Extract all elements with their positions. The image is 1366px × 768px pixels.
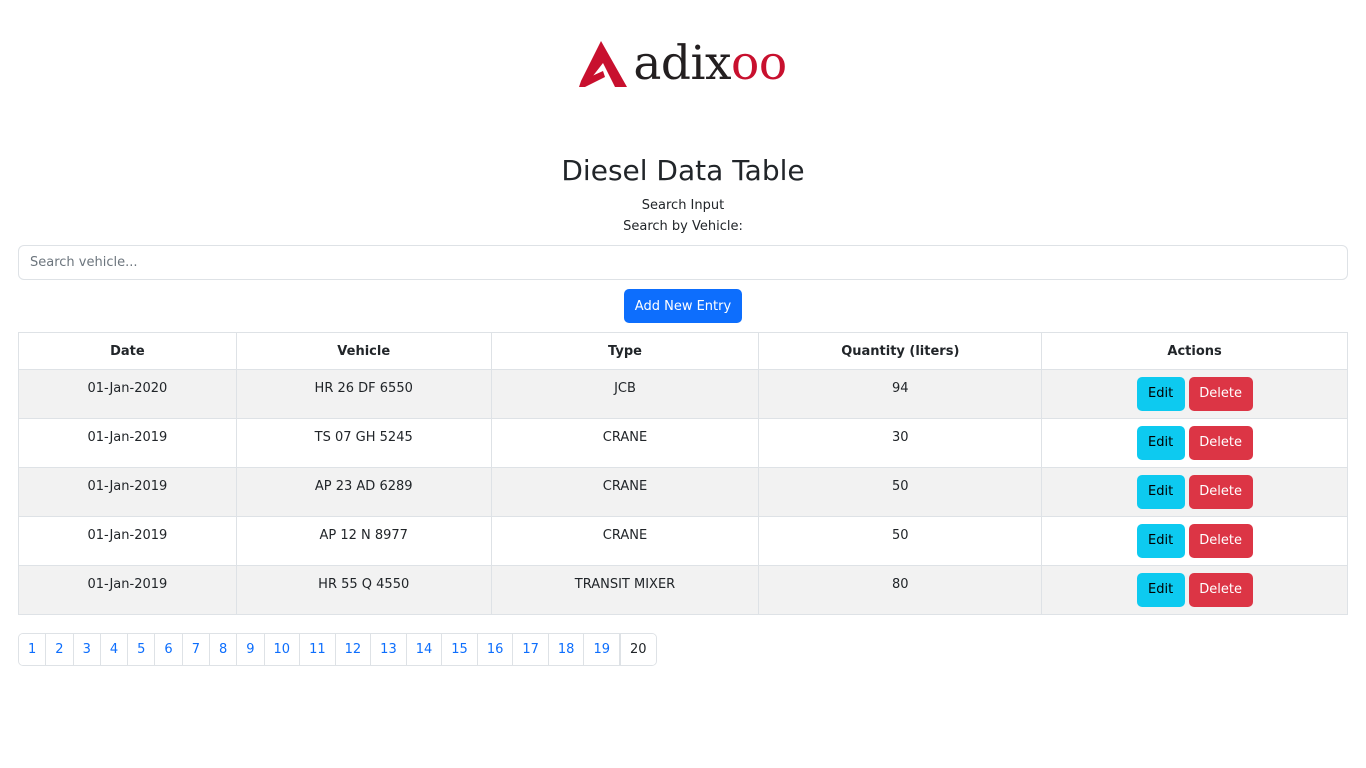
table-row: 01-Jan-2019 AP 12 N 8977 CRANE 50 Edit De…: [18, 516, 1348, 566]
page-link-2[interactable]: 2: [46, 634, 74, 665]
page-link-5[interactable]: 5: [128, 634, 156, 665]
page-link-16[interactable]: 16: [477, 634, 514, 665]
cell-date: 01-Jan-2019: [18, 565, 237, 615]
cell-vehicle: TS 07 GH 5245: [235, 418, 492, 468]
page-title: Diesel Data Table: [561, 154, 805, 187]
cell-actions: Edit Delete: [1041, 516, 1348, 566]
cell-vehicle: AP 23 AD 6289: [235, 467, 492, 517]
page-link-9[interactable]: 9: [237, 634, 265, 665]
edit-button[interactable]: Edit: [1136, 573, 1185, 607]
cell-actions: Edit Delete: [1041, 467, 1348, 517]
page-link-17[interactable]: 17: [513, 634, 549, 665]
company-logo: adixoo: [579, 36, 787, 91]
cell-type: CRANE: [490, 516, 760, 566]
cell-actions: Edit Delete: [1041, 418, 1348, 468]
search-input[interactable]: [18, 245, 1348, 280]
page-link-10[interactable]: 10: [264, 634, 301, 665]
table-header-row: Date Vehicle Type Quantity (liters) Acti…: [18, 332, 1348, 370]
page-link-8[interactable]: 8: [209, 634, 238, 665]
cell-quantity: 50: [758, 516, 1043, 566]
header-type: Type: [490, 332, 760, 370]
search-label: Search by Vehicle:: [623, 219, 743, 234]
cell-date: 01-Jan-2019: [18, 516, 237, 566]
page-link-7[interactable]: 7: [182, 634, 210, 665]
table-row: 01-Jan-2020 HR 26 DF 6550 JCB 94 Edit Del…: [18, 369, 1348, 419]
cell-actions: Edit Delete: [1041, 565, 1348, 615]
cell-actions: Edit Delete: [1041, 369, 1348, 419]
delete-button[interactable]: Delete: [1188, 524, 1253, 558]
cell-vehicle: AP 12 N 8977: [235, 516, 492, 566]
page-link-6[interactable]: 6: [155, 634, 183, 665]
cell-quantity: 30: [758, 418, 1043, 468]
search-caption: Search Input: [641, 198, 725, 213]
table-row: 01-Jan-2019 AP 23 AD 6289 CRANE 50 Edit D…: [18, 467, 1348, 517]
cell-date: 01-Jan-2019: [18, 418, 237, 468]
logo-text: adixoo: [633, 36, 787, 91]
cell-vehicle: HR 26 DF 6550: [235, 369, 492, 419]
table-row: 01-Jan-2019 TS 07 GH 5245 CRANE 30 Edit D…: [18, 418, 1348, 468]
page-link-12[interactable]: 12: [335, 634, 372, 665]
cell-quantity: 50: [758, 467, 1043, 517]
page-link-4[interactable]: 4: [100, 634, 129, 665]
edit-button[interactable]: Edit: [1136, 475, 1185, 509]
pagination: 1 2 3 4 5 6 7 8 9 10 11 12 13 14 15 16 1…: [18, 633, 657, 666]
header-date: Date: [18, 332, 237, 370]
cell-type: CRANE: [490, 467, 760, 517]
page-link-20[interactable]: 20: [620, 634, 656, 665]
cell-type: JCB: [490, 369, 760, 419]
cell-date: 01-Jan-2020: [18, 369, 237, 419]
edit-button[interactable]: Edit: [1136, 377, 1185, 411]
header-actions: Actions: [1041, 332, 1348, 370]
table-row: 01-Jan-2019 HR 55 Q 4550 TRANSIT MIXER 8…: [18, 565, 1348, 615]
cell-date: 01-Jan-2019: [18, 467, 237, 517]
add-new-entry-button[interactable]: Add New Entry: [624, 289, 742, 323]
cell-vehicle: HR 55 Q 4550: [235, 565, 492, 615]
logo-mark-icon: [579, 40, 628, 87]
page-link-14[interactable]: 14: [406, 634, 443, 665]
delete-button[interactable]: Delete: [1188, 573, 1253, 607]
cell-quantity: 80: [758, 565, 1043, 615]
diesel-data-table: Date Vehicle Type Quantity (liters) Acti…: [18, 332, 1348, 615]
header-vehicle: Vehicle: [235, 332, 492, 370]
edit-button[interactable]: Edit: [1136, 426, 1185, 460]
delete-button[interactable]: Delete: [1188, 475, 1253, 509]
cell-quantity: 94: [758, 369, 1043, 419]
edit-button[interactable]: Edit: [1136, 524, 1185, 558]
page-link-1[interactable]: 1: [19, 634, 47, 665]
page-link-15[interactable]: 15: [442, 634, 478, 665]
page-link-19[interactable]: 19: [584, 634, 620, 665]
delete-button[interactable]: Delete: [1188, 377, 1253, 411]
page-link-3[interactable]: 3: [73, 634, 101, 665]
header: adixoo: [0, 40, 1366, 87]
cell-type: CRANE: [490, 418, 760, 468]
page-link-13[interactable]: 13: [371, 634, 407, 665]
page-link-11[interactable]: 11: [300, 634, 336, 665]
delete-button[interactable]: Delete: [1188, 426, 1253, 460]
page-link-18[interactable]: 18: [548, 634, 585, 665]
header-quantity: Quantity (liters): [758, 332, 1043, 370]
cell-type: TRANSIT MIXER: [490, 565, 760, 615]
